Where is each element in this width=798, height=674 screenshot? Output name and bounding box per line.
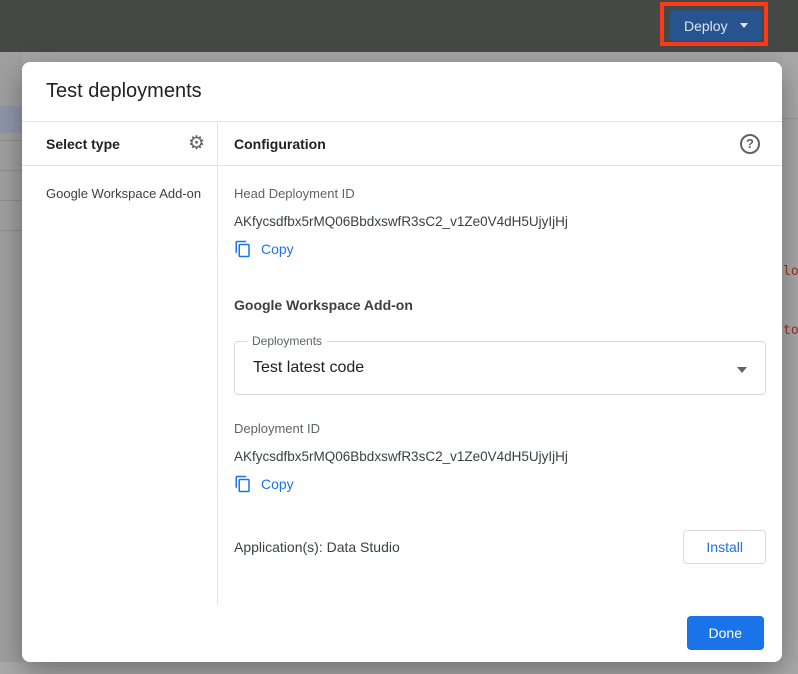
deployments-select-label: Deployments [247, 334, 327, 348]
addon-section-title: Google Workspace Add-on [234, 297, 766, 313]
head-deployment-id-label: Head Deployment ID [234, 186, 766, 201]
configuration-panel: Head Deployment ID AKfycsdfbx5rMQ06Bbdxs… [218, 166, 782, 604]
deployment-id-value: AKfycsdfbx5rMQ06BbdxswfR3sC2_v1Ze0V4dH5U… [234, 449, 766, 464]
background-page-sliver [0, 662, 798, 674]
copy-deployment-id-button[interactable]: Copy [234, 475, 294, 493]
install-button[interactable]: Install [683, 530, 766, 564]
divider [0, 140, 22, 141]
divider [0, 200, 22, 201]
dialog-footer: Done [22, 604, 782, 662]
background-editor-sliver: lo to [782, 52, 798, 674]
dialog-header-row: Select type ⚙ Configuration ? [22, 122, 782, 166]
copy-icon [234, 475, 252, 493]
screen: Deploy lo to Test deployments Select typ… [0, 0, 798, 674]
dialog-body: Google Workspace Add-on Head Deployment … [22, 166, 782, 604]
deploy-button-label: Deploy [684, 18, 728, 34]
dialog-title-row: Test deployments [22, 62, 782, 122]
code-fragment: to [783, 323, 798, 338]
head-deployment-id-value: AKfycsdfbx5rMQ06BbdxswfR3sC2_v1Ze0V4dH5U… [234, 214, 766, 229]
divider [0, 170, 22, 171]
background-selected-item-sliver [0, 106, 22, 133]
done-button[interactable]: Done [687, 616, 764, 650]
chevron-down-icon [740, 23, 748, 28]
copy-icon [234, 240, 252, 258]
list-item-google-workspace-addon[interactable]: Google Workspace Add-on [46, 186, 205, 201]
select-type-header: Select type ⚙ [22, 122, 218, 165]
help-icon[interactable]: ? [740, 134, 760, 154]
divider [0, 230, 22, 231]
deployments-select-value: Test latest code [253, 359, 364, 377]
deployment-id-label: Deployment ID [234, 421, 766, 436]
deployment-type-list: Google Workspace Add-on [22, 166, 218, 604]
background-sidebar-sliver [0, 52, 22, 674]
divider [782, 118, 798, 119]
configuration-header: Configuration ? [218, 122, 782, 165]
copy-head-deployment-id-button[interactable]: Copy [234, 240, 294, 258]
copy-label: Copy [261, 476, 294, 492]
application-label: Application(s): Data Studio [234, 539, 400, 555]
copy-label: Copy [261, 241, 294, 257]
chevron-down-icon [737, 367, 747, 373]
application-row: Application(s): Data Studio Install [234, 530, 766, 564]
configuration-label: Configuration [234, 136, 326, 152]
code-fragment: lo [783, 264, 798, 279]
deployments-select[interactable]: Deployments Test latest code [234, 341, 766, 395]
deploy-button[interactable]: Deploy [670, 10, 762, 41]
dialog-title: Test deployments [46, 80, 202, 103]
test-deployments-dialog: Test deployments Select type ⚙ Configura… [22, 62, 782, 662]
app-header-bar: Deploy [0, 0, 798, 52]
gear-icon[interactable]: ⚙ [188, 134, 205, 153]
select-type-label: Select type [46, 136, 120, 152]
